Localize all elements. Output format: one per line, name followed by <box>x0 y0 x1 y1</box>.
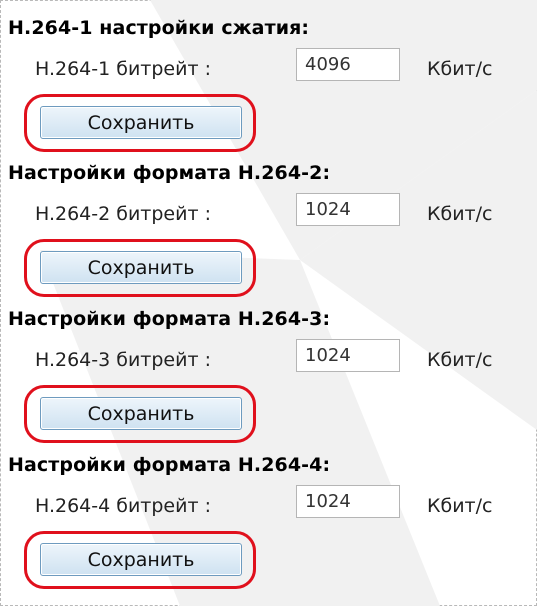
bitrate-label: H.264-2 битрейт : <box>35 203 211 225</box>
h264-3-section: Настройки формата H.264-3: H.264-3 битре… <box>0 299 537 449</box>
bitrate-label: H.264-3 битрейт : <box>35 349 211 371</box>
bitrate-label: H.264-4 битрейт : <box>35 495 211 517</box>
bitrate-unit: Кбит/с <box>427 58 493 80</box>
bitrate-input[interactable] <box>296 485 400 518</box>
h264-2-section: Настройки формата H.264-2: H.264-2 битре… <box>0 153 537 303</box>
save-button[interactable]: Сохранить <box>40 251 242 284</box>
section-heading: H.264-1 настройки сжатия: <box>8 17 310 39</box>
h264-4-section: Настройки формата H.264-4: H.264-4 битре… <box>0 445 537 595</box>
bitrate-label: H.264-1 битрейт : <box>35 58 211 80</box>
bitrate-input[interactable] <box>296 339 400 372</box>
section-heading: Настройки формата H.264-2: <box>8 162 331 184</box>
save-button[interactable]: Сохранить <box>40 543 242 576</box>
bitrate-unit: Кбит/с <box>427 495 493 517</box>
section-heading: Настройки формата H.264-3: <box>8 308 331 330</box>
save-button[interactable]: Сохранить <box>40 106 242 139</box>
h264-1-section: H.264-1 настройки сжатия: H.264-1 битрей… <box>0 8 537 158</box>
bitrate-input[interactable] <box>296 48 400 81</box>
bitrate-input[interactable] <box>296 193 400 226</box>
save-button[interactable]: Сохранить <box>40 397 242 430</box>
bitrate-unit: Кбит/с <box>427 203 493 225</box>
section-heading: Настройки формата H.264-4: <box>8 454 331 476</box>
bitrate-unit: Кбит/с <box>427 349 493 371</box>
